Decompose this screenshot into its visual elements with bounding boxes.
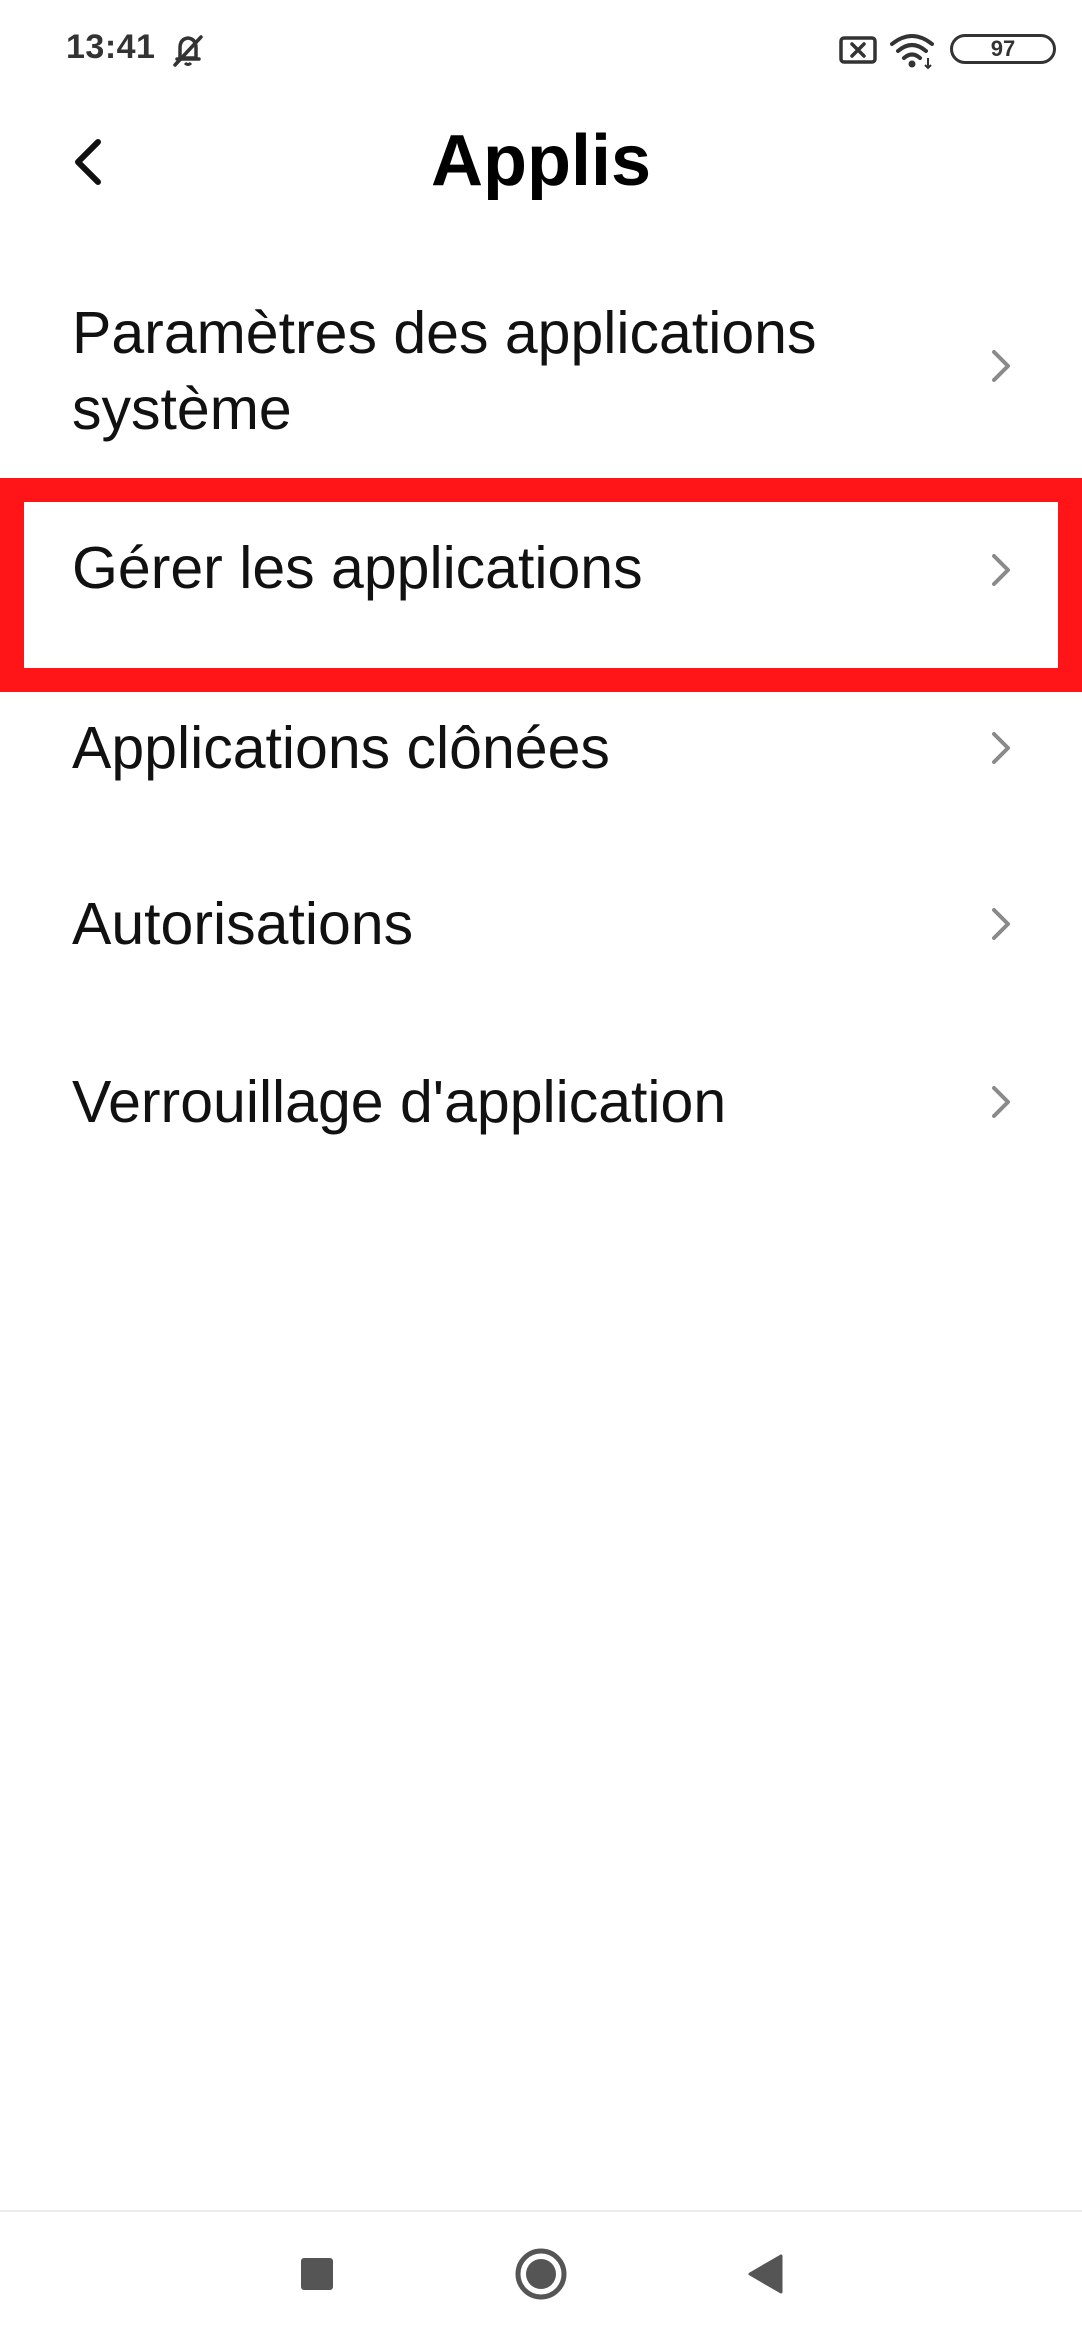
battery-icon: 97	[950, 34, 1056, 64]
list-item-cloned-apps[interactable]: Applications clônées	[0, 660, 1082, 836]
list-item-label: Verrouillage d'application	[72, 1069, 727, 1135]
list-item-label: Paramètres des applications système	[72, 300, 817, 442]
nav-back-button[interactable]	[703, 2212, 823, 2340]
home-icon	[515, 2248, 567, 2300]
list-item-label: Applications clônées	[72, 715, 610, 781]
list-item-system-app-settings[interactable]: Paramètres des applications système	[0, 280, 1082, 480]
chevron-right-icon	[992, 1086, 1010, 1118]
silent-bell-icon	[173, 35, 203, 67]
chevron-right-icon	[992, 554, 1010, 586]
home-button[interactable]	[481, 2212, 601, 2340]
list-item-manage-apps[interactable]: Gérer les applications	[0, 480, 1082, 660]
page-title: Applis	[430, 121, 651, 201]
list-item-permissions[interactable]: Autorisations	[0, 836, 1082, 1014]
chevron-right-icon	[992, 732, 1010, 764]
app-header: Applis	[0, 100, 1082, 230]
no-sim-icon	[839, 36, 877, 64]
list-item-app-lock[interactable]: Verrouillage d'application	[0, 1014, 1082, 1192]
chevron-right-icon	[992, 908, 1010, 940]
chevron-right-icon	[992, 350, 1010, 382]
recent-apps-button[interactable]	[256, 2212, 376, 2340]
recent-apps-icon	[301, 2258, 333, 2290]
back-triangle-icon	[748, 2254, 783, 2294]
list-item-label: Autorisations	[72, 891, 414, 957]
navigation-bar	[0, 2212, 1082, 2340]
status-bar: 13:41 97	[0, 0, 1082, 100]
status-time: 13:41	[66, 28, 156, 66]
wifi-icon	[890, 34, 934, 70]
list-item-label: Gérer les applications	[72, 535, 643, 601]
